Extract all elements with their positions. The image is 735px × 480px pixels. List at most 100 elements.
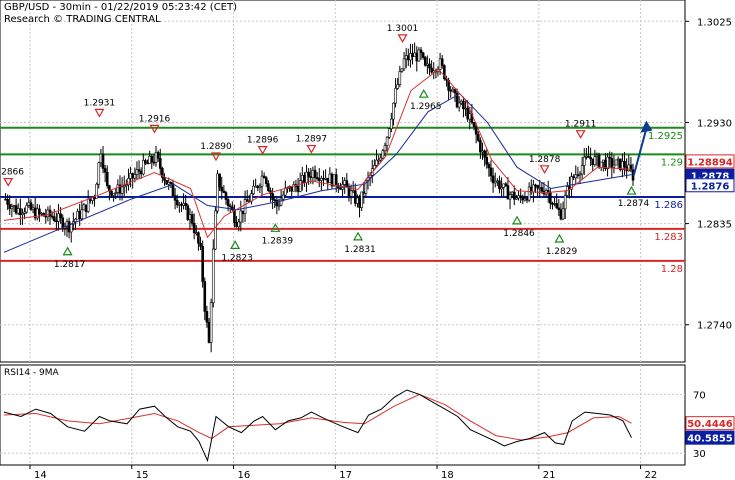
candle-body	[481, 150, 484, 153]
candle-body	[334, 174, 338, 186]
swing-high-label: 1.2878	[529, 155, 561, 165]
candle-body	[521, 197, 525, 201]
candle-body	[84, 204, 88, 212]
candle-body	[623, 161, 626, 168]
candle-body	[173, 195, 177, 201]
swing-low-label: 1.2839	[262, 236, 294, 246]
candle-body	[453, 88, 457, 94]
candle-body	[614, 159, 618, 166]
candle-body	[538, 187, 542, 189]
resistance-label: 1.2925	[648, 131, 683, 142]
candle-body	[468, 113, 472, 120]
candle-body	[209, 302, 213, 343]
candle-body	[101, 153, 105, 169]
candle-body	[582, 156, 586, 166]
candle-body	[224, 192, 228, 200]
candle-body	[358, 197, 361, 208]
candle-body	[612, 164, 616, 168]
candle-body	[178, 203, 181, 206]
candle-body	[180, 203, 183, 206]
candle-body	[12, 205, 16, 207]
candle-body	[483, 150, 486, 158]
candle-body	[466, 107, 469, 120]
candle-body	[245, 199, 249, 202]
candle-body	[307, 171, 310, 177]
candle-body	[267, 183, 270, 192]
candle-body	[394, 87, 397, 104]
candle-body	[150, 155, 154, 163]
candle-body	[129, 173, 132, 179]
resistance-label: 1.29	[661, 157, 683, 168]
candle-body	[409, 53, 412, 61]
candle-body	[46, 209, 50, 218]
chart-title: GBP/USD - 30min - 01/22/2019 05:23:42 (C…	[4, 2, 238, 13]
candle-body	[428, 63, 431, 69]
pivot-label: 1.286	[654, 200, 683, 211]
candle-body	[572, 176, 575, 179]
candle-body	[226, 199, 230, 207]
swing-low-label: 1.2823	[221, 253, 253, 263]
last-low-tag-text: 1.2876	[691, 181, 730, 192]
rsi-panel	[0, 364, 686, 466]
candle-body	[303, 175, 306, 184]
candle-body	[404, 55, 408, 60]
candle-body	[491, 175, 495, 184]
candle-body	[595, 154, 599, 157]
candle-body	[110, 190, 113, 196]
candle-body	[315, 177, 319, 179]
x-tick-label: 15	[136, 470, 149, 480]
candle-body	[171, 183, 175, 197]
candle-body	[555, 203, 559, 209]
candle-body	[563, 195, 567, 210]
candle-body	[116, 184, 120, 193]
candle-body	[31, 207, 35, 210]
candle-body	[169, 182, 173, 184]
candle-body	[275, 199, 279, 207]
candle-body	[237, 221, 240, 228]
candle-body	[487, 163, 491, 169]
candle-body	[415, 52, 419, 62]
candle-body	[375, 159, 378, 166]
candle-body	[148, 155, 151, 164]
candle-body	[517, 195, 520, 199]
candle-body	[610, 158, 614, 168]
candle-body	[557, 207, 561, 211]
candle-body	[243, 199, 247, 215]
candle-body	[332, 174, 336, 187]
candle-body	[362, 191, 366, 194]
x-tick-label: 18	[441, 470, 454, 480]
candle-body	[235, 222, 238, 228]
swing-high-label: 1.2916	[139, 114, 171, 124]
candle-body	[29, 202, 33, 210]
candle-body	[69, 223, 73, 233]
candle-body	[10, 206, 14, 210]
candle-body	[360, 191, 363, 208]
candle-body	[419, 49, 423, 54]
candle-body	[14, 205, 18, 214]
rsi-value-tag-text: 40.5855	[687, 434, 733, 445]
candle-body	[476, 133, 480, 141]
candle-body	[305, 171, 308, 184]
candle-body	[519, 195, 522, 198]
candle-body	[222, 190, 226, 193]
candle-body	[277, 204, 281, 207]
candle-body	[493, 181, 497, 184]
candle-body	[6, 198, 9, 205]
candle-body	[57, 213, 60, 222]
candle-body	[510, 191, 514, 195]
x-tick-label: 22	[645, 470, 658, 480]
candle-body	[298, 180, 302, 192]
candle-body	[421, 52, 425, 58]
candle-body	[131, 173, 134, 179]
candle-body	[402, 58, 406, 70]
candle-body	[553, 203, 556, 205]
candle-body	[392, 102, 395, 120]
candle-body	[504, 183, 508, 186]
rsi-title: RSI14 - 9MA	[4, 368, 59, 378]
candle-body	[300, 175, 304, 182]
candle-body	[241, 210, 245, 215]
candle-body	[561, 208, 565, 220]
candle-body	[627, 164, 631, 172]
candle-body	[203, 281, 207, 312]
candle-body	[512, 191, 516, 200]
